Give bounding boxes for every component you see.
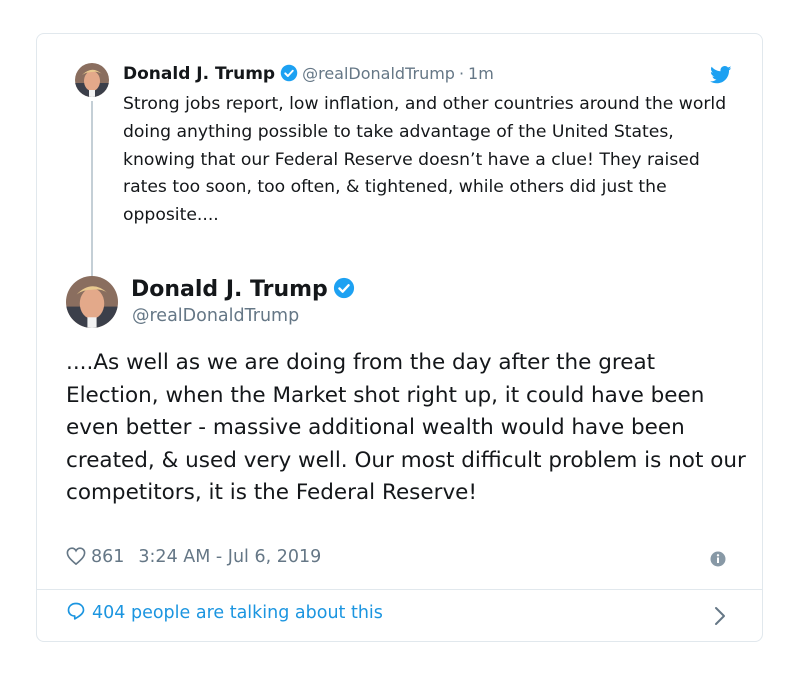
chevron-right-icon[interactable] bbox=[714, 606, 726, 630]
verified-badge-icon bbox=[333, 277, 355, 305]
parent-tweet-time[interactable]: 1m bbox=[468, 64, 494, 83]
embedded-tweet-card: Donald J. Trump @realDonaldTrump · 1m Stron… bbox=[36, 33, 763, 642]
tweet-meta: 861 3:24 AM - Jul 6, 2019 bbox=[66, 547, 321, 570]
conversation-link[interactable]: 404 people are talking about this bbox=[66, 601, 383, 626]
tweet-timestamp[interactable]: 3:24 AM - Jul 6, 2019 bbox=[138, 547, 321, 567]
header-separator: · bbox=[458, 64, 465, 83]
parent-tweet-text: Strong jobs report, low inflation, and o… bbox=[123, 94, 727, 226]
parent-tweet-header: Donald J. Trump @realDonaldTrump · 1m bbox=[123, 64, 494, 86]
info-icon[interactable] bbox=[710, 551, 726, 571]
like-count[interactable]: 861 bbox=[91, 547, 124, 567]
main-tweet-text: ....As well as we are doing from the day… bbox=[66, 350, 746, 506]
main-author-name[interactable]: Donald J. Trump bbox=[131, 277, 355, 305]
parent-author-name[interactable]: Donald J. Trump bbox=[123, 64, 275, 84]
parent-author-handle[interactable]: @realDonaldTrump bbox=[302, 64, 455, 83]
main-author-handle[interactable]: @realDonaldTrump bbox=[132, 306, 299, 326]
heart-icon[interactable] bbox=[66, 547, 86, 570]
parent-avatar[interactable] bbox=[75, 63, 109, 97]
thread-connector-line bbox=[91, 101, 93, 277]
footer-divider bbox=[37, 589, 762, 590]
conversation-link-label: 404 people are talking about this bbox=[92, 603, 383, 623]
main-avatar[interactable] bbox=[66, 276, 118, 328]
verified-badge-icon bbox=[280, 64, 298, 87]
main-author-name-text: Donald J. Trump bbox=[131, 277, 328, 302]
reply-bubble-icon bbox=[66, 601, 86, 626]
twitter-bird-icon[interactable] bbox=[710, 66, 732, 88]
